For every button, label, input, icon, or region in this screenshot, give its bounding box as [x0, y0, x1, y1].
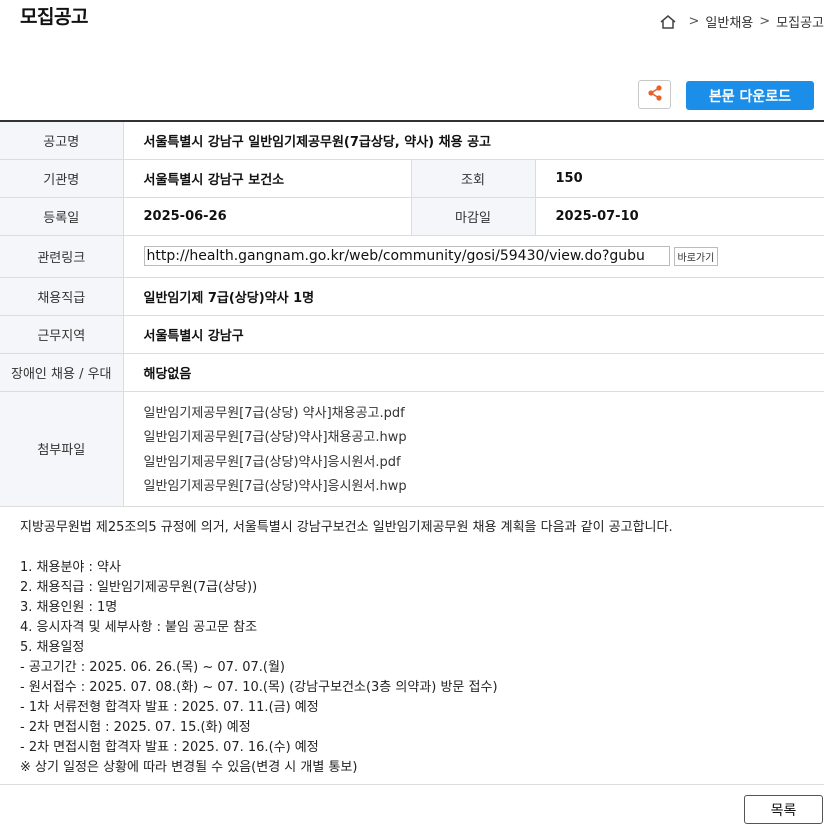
body-intro: 지방공무원법 제25조의5 규정에 의거, 서울특별시 강남구보건소 일반임기제…: [20, 520, 673, 535]
attachment-list: 일반임기제공무원[7급(상당) 약사]채용공고.pdf 일반임기제공무원[7급(…: [123, 391, 824, 507]
row-attachments: 첨부파일 일반임기제공무원[7급(상당) 약사]채용공고.pdf 일반임기제공무…: [0, 391, 824, 507]
breadcrumb-item-recruit[interactable]: 일반채용: [705, 12, 753, 31]
share-icon: [646, 84, 664, 106]
row-region: 근무지역 서울특별시 강남구: [0, 315, 824, 354]
value-position: 일반임기제 7급(상당)약사 1명: [123, 277, 824, 316]
label-title: 공고명: [0, 121, 124, 160]
go-link-button[interactable]: 바로가기: [673, 246, 719, 266]
row-disability: 장애인 채용 / 우대 해당없음: [0, 353, 824, 392]
label-agency: 기관명: [0, 159, 124, 198]
row-dates: 등록일 2025-06-26 마감일 2025-07-10: [0, 197, 824, 236]
label-disability: 장애인 채용 / 우대: [0, 353, 124, 392]
download-body-button[interactable]: 본문 다운로드: [686, 81, 814, 110]
value-link-cell: http://health.gangnam.go.kr/web/communit…: [123, 235, 824, 278]
notice-body: 지방공무원법 제25조의5 규정에 의거, 서울특별시 강남구보건소 일반임기제…: [20, 518, 810, 778]
breadcrumb-separator: >: [759, 14, 771, 29]
page-title: 모집공고: [20, 6, 88, 28]
attachment-link[interactable]: 일반임기제공무원[7급(상당)약사]채용공고.hwp: [144, 426, 824, 451]
breadcrumb-item-notice[interactable]: 모집공고: [776, 12, 824, 31]
body-line: 3. 채용인원 : 1명: [20, 600, 118, 615]
value-agency: 서울특별시 강남구 보건소: [123, 159, 412, 198]
notice-info-table: 공고명 서울특별시 강남구 일반임기제공무원(7급상당, 약사) 채용 공고 기…: [0, 120, 824, 507]
list-button[interactable]: 목록: [744, 795, 823, 824]
home-icon[interactable]: [659, 14, 677, 30]
body-line: ※ 상기 일정은 상황에 따라 변경될 수 있음(변경 시 개별 통보): [20, 760, 358, 775]
value-region: 서울특별시 강남구: [123, 315, 824, 354]
attachment-link[interactable]: 일반임기제공무원[7급(상당)약사]응시원서.pdf: [144, 451, 824, 476]
label-attachments: 첨부파일: [0, 391, 124, 507]
value-posted: 2025-06-26: [123, 197, 412, 236]
row-position: 채용직급 일반임기제 7급(상당)약사 1명: [0, 277, 824, 316]
body-line: - 2차 면접시험 합격자 발표 : 2025. 07. 16.(수) 예정: [20, 740, 319, 755]
label-region: 근무지역: [0, 315, 124, 354]
share-button[interactable]: [638, 80, 671, 109]
body-line: 4. 응시자격 및 세부사항 : 붙임 공고문 참조: [20, 620, 258, 635]
attachment-link[interactable]: 일반임기제공무원[7급(상당) 약사]채용공고.pdf: [144, 402, 824, 427]
breadcrumb-separator: >: [688, 14, 700, 29]
divider: [0, 784, 824, 785]
value-disability: 해당없음: [123, 353, 824, 392]
value-title: 서울특별시 강남구 일반임기제공무원(7급상당, 약사) 채용 공고: [123, 121, 824, 160]
label-position: 채용직급: [0, 277, 124, 316]
body-line: 5. 채용일정: [20, 640, 85, 655]
body-line: 1. 채용분야 : 약사: [20, 560, 121, 575]
value-deadline: 2025-07-10: [535, 197, 824, 236]
value-views: 150: [535, 159, 824, 198]
body-line: 2. 채용직급 : 일반임기제공무원(7급(상당)): [20, 580, 258, 595]
body-line: - 공고기간 : 2025. 06. 26.(목) ~ 07. 07.(월): [20, 660, 285, 675]
label-posted: 등록일: [0, 197, 124, 236]
row-agency: 기관명 서울특별시 강남구 보건소 조회 150: [0, 159, 824, 198]
row-title: 공고명 서울특별시 강남구 일반임기제공무원(7급상당, 약사) 채용 공고: [0, 121, 824, 160]
body-line: - 원서접수 : 2025. 07. 08.(화) ~ 07. 10.(목) (…: [20, 680, 498, 695]
label-link: 관련링크: [0, 235, 124, 278]
label-views: 조회: [411, 159, 536, 198]
attachment-link[interactable]: 일반임기제공무원[7급(상당)약사]응시원서.hwp: [144, 475, 824, 500]
label-deadline: 마감일: [411, 197, 536, 236]
body-line: - 2차 면접시험 : 2025. 07. 15.(화) 예정: [20, 720, 251, 735]
row-link: 관련링크 http://health.gangnam.go.kr/web/com…: [0, 235, 824, 278]
breadcrumb: > 일반채용 > 모집공고: [659, 12, 824, 31]
related-link-field[interactable]: http://health.gangnam.go.kr/web/communit…: [143, 246, 670, 266]
body-line: - 1차 서류전형 합격자 발표 : 2025. 07. 11.(금) 예정: [20, 700, 319, 715]
